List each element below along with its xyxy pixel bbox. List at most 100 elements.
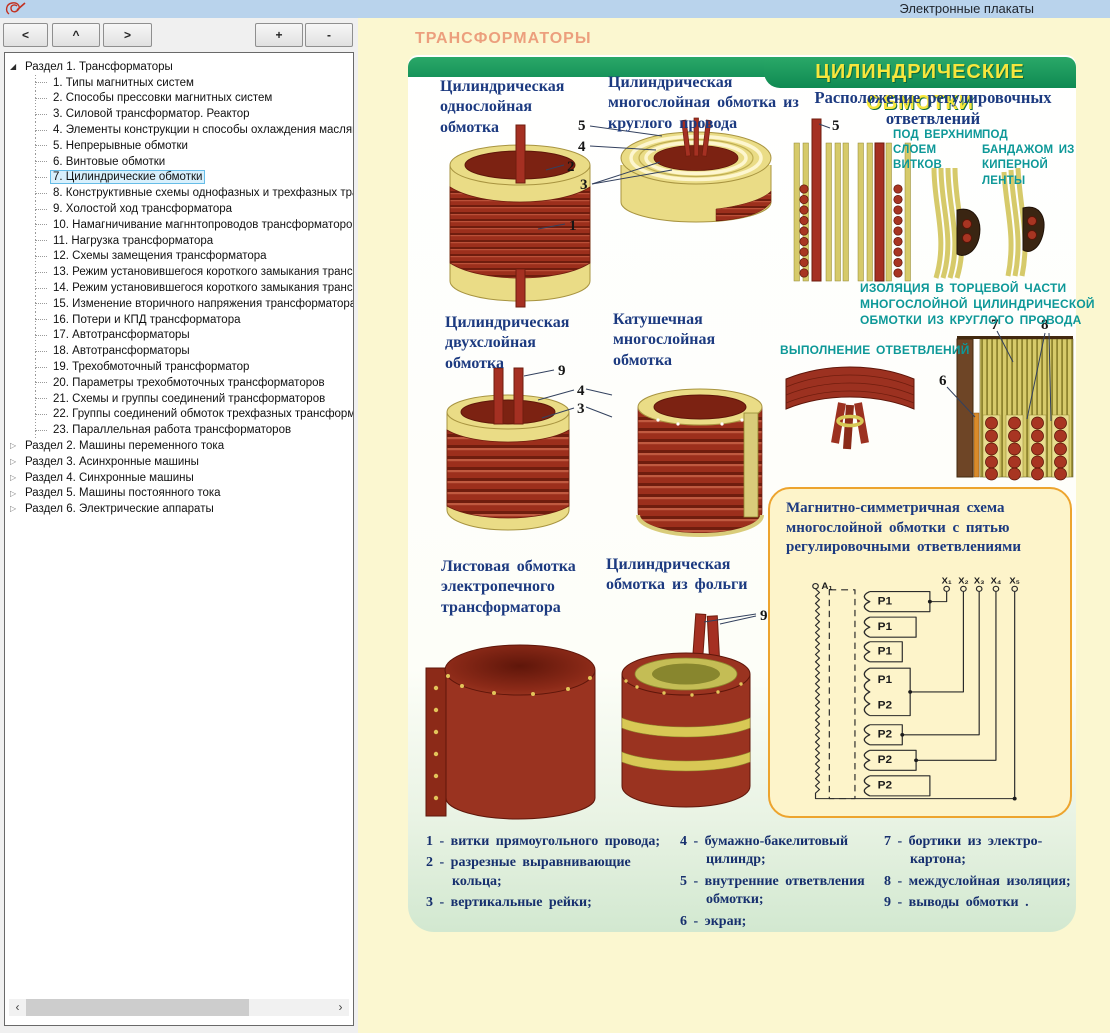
tree-item-label[interactable]: 11. Нагрузка трансформатора	[51, 235, 215, 247]
up-button[interactable]: ^	[52, 23, 100, 47]
tree-item[interactable]: 20. Параметры трехобмоточных трансформат…	[5, 375, 353, 391]
terminal-x2-label: X₂	[958, 577, 968, 585]
tree-connector	[35, 288, 47, 289]
tree-item[interactable]: Раздел 5. Машины постоянного тока	[5, 486, 353, 502]
scroll-right-icon[interactable]: ›	[332, 999, 349, 1016]
tree-item-label[interactable]: 22. Группы соединений обмоток трехфазных…	[51, 408, 353, 420]
coil-label: P2	[878, 780, 892, 792]
heading-tap-placement: Расположение регулировочных ответвлений	[798, 87, 1068, 129]
horizontal-scrollbar[interactable]: ‹ ›	[9, 999, 349, 1016]
tree-item[interactable]: 2. Способы прессовки магнитных систем	[5, 91, 353, 107]
tree-item[interactable]: 19. Трехобмоточный трансформатор	[5, 359, 353, 375]
tree-item[interactable]: 22. Группы соединений обмоток трехфазных…	[5, 407, 353, 423]
tree-item[interactable]: 6. Винтовые обмотки	[5, 154, 353, 170]
tree-item-label[interactable]: 23. Параллельная работа трансформаторов	[51, 424, 293, 436]
tree-item-label[interactable]: 6. Винтовые обмотки	[51, 156, 167, 168]
tree-item-label[interactable]: 4. Элементы конструкции н способы охлажд…	[51, 124, 353, 136]
tree-item-label[interactable]: 2. Способы прессовки магнитных систем	[51, 92, 274, 104]
tree-item[interactable]: 13. Режим установившегося короткого замы…	[5, 264, 353, 280]
tree-item[interactable]: 9. Холостой ход трансформатора	[5, 201, 353, 217]
tree-item[interactable]: 16. Потери и КПД трансформатора	[5, 312, 353, 328]
two-layer-winding-illustration: 9 4 3	[420, 360, 620, 550]
tree-item-label[interactable]: 7. Цилиндрические обмотки	[51, 171, 204, 183]
end-insulation-illustration: 7 8 6	[933, 317, 1078, 482]
tree-item-label[interactable]: 12. Схемы замещения трансформатора	[51, 250, 269, 262]
tree-item-label[interactable]: 5. Непрерывные обмотки	[51, 140, 190, 152]
tree-item[interactable]: 10. Намагничивание магннтопроводов транс…	[5, 217, 353, 233]
expander-collapsed-icon[interactable]	[10, 503, 23, 515]
tree-item-label[interactable]: Раздел 3. Асинхронные машины	[23, 456, 201, 468]
tree-item-label[interactable]: Раздел 4. Синхронные машины	[23, 472, 196, 484]
terminal-x1-label: X₁	[942, 577, 952, 585]
legend-item: 3 - вертикальные рейки;	[426, 894, 674, 912]
expander-collapsed-icon[interactable]	[10, 472, 23, 484]
tree-item-label[interactable]: 14. Режим установившегося короткого замы…	[51, 282, 353, 294]
coil-label: P1	[878, 674, 893, 686]
tree-item-label[interactable]: 20. Параметры трехобмоточных трансформат…	[51, 377, 327, 389]
tree-item[interactable]: Раздел 6. Электрические аппараты	[5, 501, 353, 517]
expander-collapsed-icon[interactable]	[10, 456, 23, 468]
tree-item[interactable]: Раздел 2. Машины переменного тока	[5, 438, 353, 454]
heading-sheet-winding: Листовая обмотка электропечного трансфор…	[441, 557, 611, 618]
scroll-left-icon[interactable]: ‹	[9, 999, 26, 1016]
callout-4: 4	[578, 139, 586, 155]
tree-item-label[interactable]: Раздел 2. Машины переменного тока	[23, 440, 226, 452]
poster-view: ТРАНСФОРМАТОРЫ ЦИЛИНДРИЧЕСКИЕ ОБМОТКИ 2 …	[358, 18, 1110, 1033]
scrollbar-thumb[interactable]	[26, 999, 249, 1016]
tree-item[interactable]: 1. Типы магнитных систем	[5, 75, 353, 91]
tree-item-label[interactable]: Раздел 5. Машины постоянного тока	[23, 487, 223, 499]
back-button[interactable]: <	[3, 23, 48, 47]
tree-item[interactable]: 15. Изменение вторичного напряжения тран…	[5, 296, 353, 312]
legend-item: 4 - бумажно-бакелитовый цилиндр;	[680, 833, 878, 870]
tree-item-label[interactable]: Раздел 6. Электрические аппараты	[23, 503, 216, 515]
tree-item[interactable]: Раздел 4. Синхронные машины	[5, 470, 353, 486]
tree-item[interactable]: 7. Цилиндрические обмотки	[5, 170, 353, 186]
legend-item: 7 - бортики из электро-картона;	[884, 833, 1074, 870]
expander-expanded-icon[interactable]	[10, 61, 23, 73]
tree-item-label[interactable]: 10. Намагничивание магннтопроводов транс…	[51, 219, 353, 231]
tree-item-label[interactable]: 21. Схемы и группы соединений трансформа…	[51, 393, 327, 405]
coil-label: P2	[878, 754, 892, 766]
app-window: Электронные плакаты < ^ > + - Раздел 1. …	[0, 0, 1110, 1033]
tree-item[interactable]: 3. Силовой трансформатор. Реактор	[5, 106, 353, 122]
tree-item[interactable]: 5. Непрерывные обмотки	[5, 138, 353, 154]
tree-item[interactable]: Раздел 1. Трансформаторы	[5, 59, 353, 75]
tree-item[interactable]: 17. Автотрансформаторы	[5, 328, 353, 344]
legend-item: 9 - выводы обмотки .	[884, 894, 1074, 912]
tree-item-label[interactable]: 1. Типы магнитных систем	[51, 77, 196, 89]
forward-button[interactable]: >	[103, 23, 152, 47]
legend-column-3: 7 - бортики из электро-картона; 8 - межд…	[884, 833, 1074, 934]
tree-item[interactable]: 4. Элементы конструкции н способы охлажд…	[5, 122, 353, 138]
sheet-winding-illustration	[423, 630, 608, 830]
tree-item-label[interactable]: 16. Потери и КПД трансформатора	[51, 314, 243, 326]
zoom-out-button[interactable]: -	[305, 23, 353, 47]
tree-item[interactable]: 21. Схемы и группы соединений трансформа…	[5, 391, 353, 407]
tree-item-label[interactable]: 8. Конструктивные схемы однофазных и тре…	[51, 187, 353, 199]
tree: Раздел 1. Трансформаторы 1. Типы магнитны…	[5, 59, 353, 517]
tree-item[interactable]: 8. Конструктивные схемы однофазных и тре…	[5, 185, 353, 201]
expander-collapsed-icon[interactable]	[10, 440, 23, 452]
tree-item-label[interactable]: 9. Холостой ход трансформатора	[51, 203, 234, 215]
zoom-in-button[interactable]: +	[255, 23, 303, 47]
tree-item-label[interactable]: 15. Изменение вторичного напряжения тран…	[51, 298, 353, 310]
callout-9: 9	[760, 608, 768, 624]
expander-collapsed-icon[interactable]	[10, 488, 23, 500]
heading-foil-winding: Цилиндрическая обмотка из фольги	[606, 555, 791, 596]
tree-item-label[interactable]: 18. Автотрансформаторы	[51, 345, 192, 357]
terminal-x4-label: X₄	[991, 577, 1002, 585]
tree-item-label[interactable]: 17. Автотрансформаторы	[51, 329, 192, 341]
tree-item[interactable]: Раздел 3. Асинхронные машины	[5, 454, 353, 470]
tree-item[interactable]: 11. Нагрузка трансформатора	[5, 233, 353, 249]
tree-item-label[interactable]: Раздел 1. Трансформаторы	[23, 61, 175, 73]
tree-item[interactable]: 23. Параллельная работа трансформаторов	[5, 422, 353, 438]
tree-item[interactable]: 12. Схемы замещения трансформатора	[5, 249, 353, 265]
tree-item-label[interactable]: 13. Режим установившегося короткого замы…	[51, 266, 353, 278]
tree-item-label[interactable]: 19. Трехобмоточный трансформатор	[51, 361, 251, 373]
scrollbar-track[interactable]	[26, 999, 332, 1016]
tree-connector	[35, 335, 47, 336]
poster: ЦИЛИНДРИЧЕСКИЕ ОБМОТКИ 2 1	[408, 55, 1076, 932]
tree-item-label[interactable]: 3. Силовой трансформатор. Реактор	[51, 108, 252, 120]
coil-multilayer-illustration	[618, 365, 783, 550]
tree-item[interactable]: 14. Режим установившегося короткого замы…	[5, 280, 353, 296]
tree-item[interactable]: 18. Автотрансформаторы	[5, 343, 353, 359]
